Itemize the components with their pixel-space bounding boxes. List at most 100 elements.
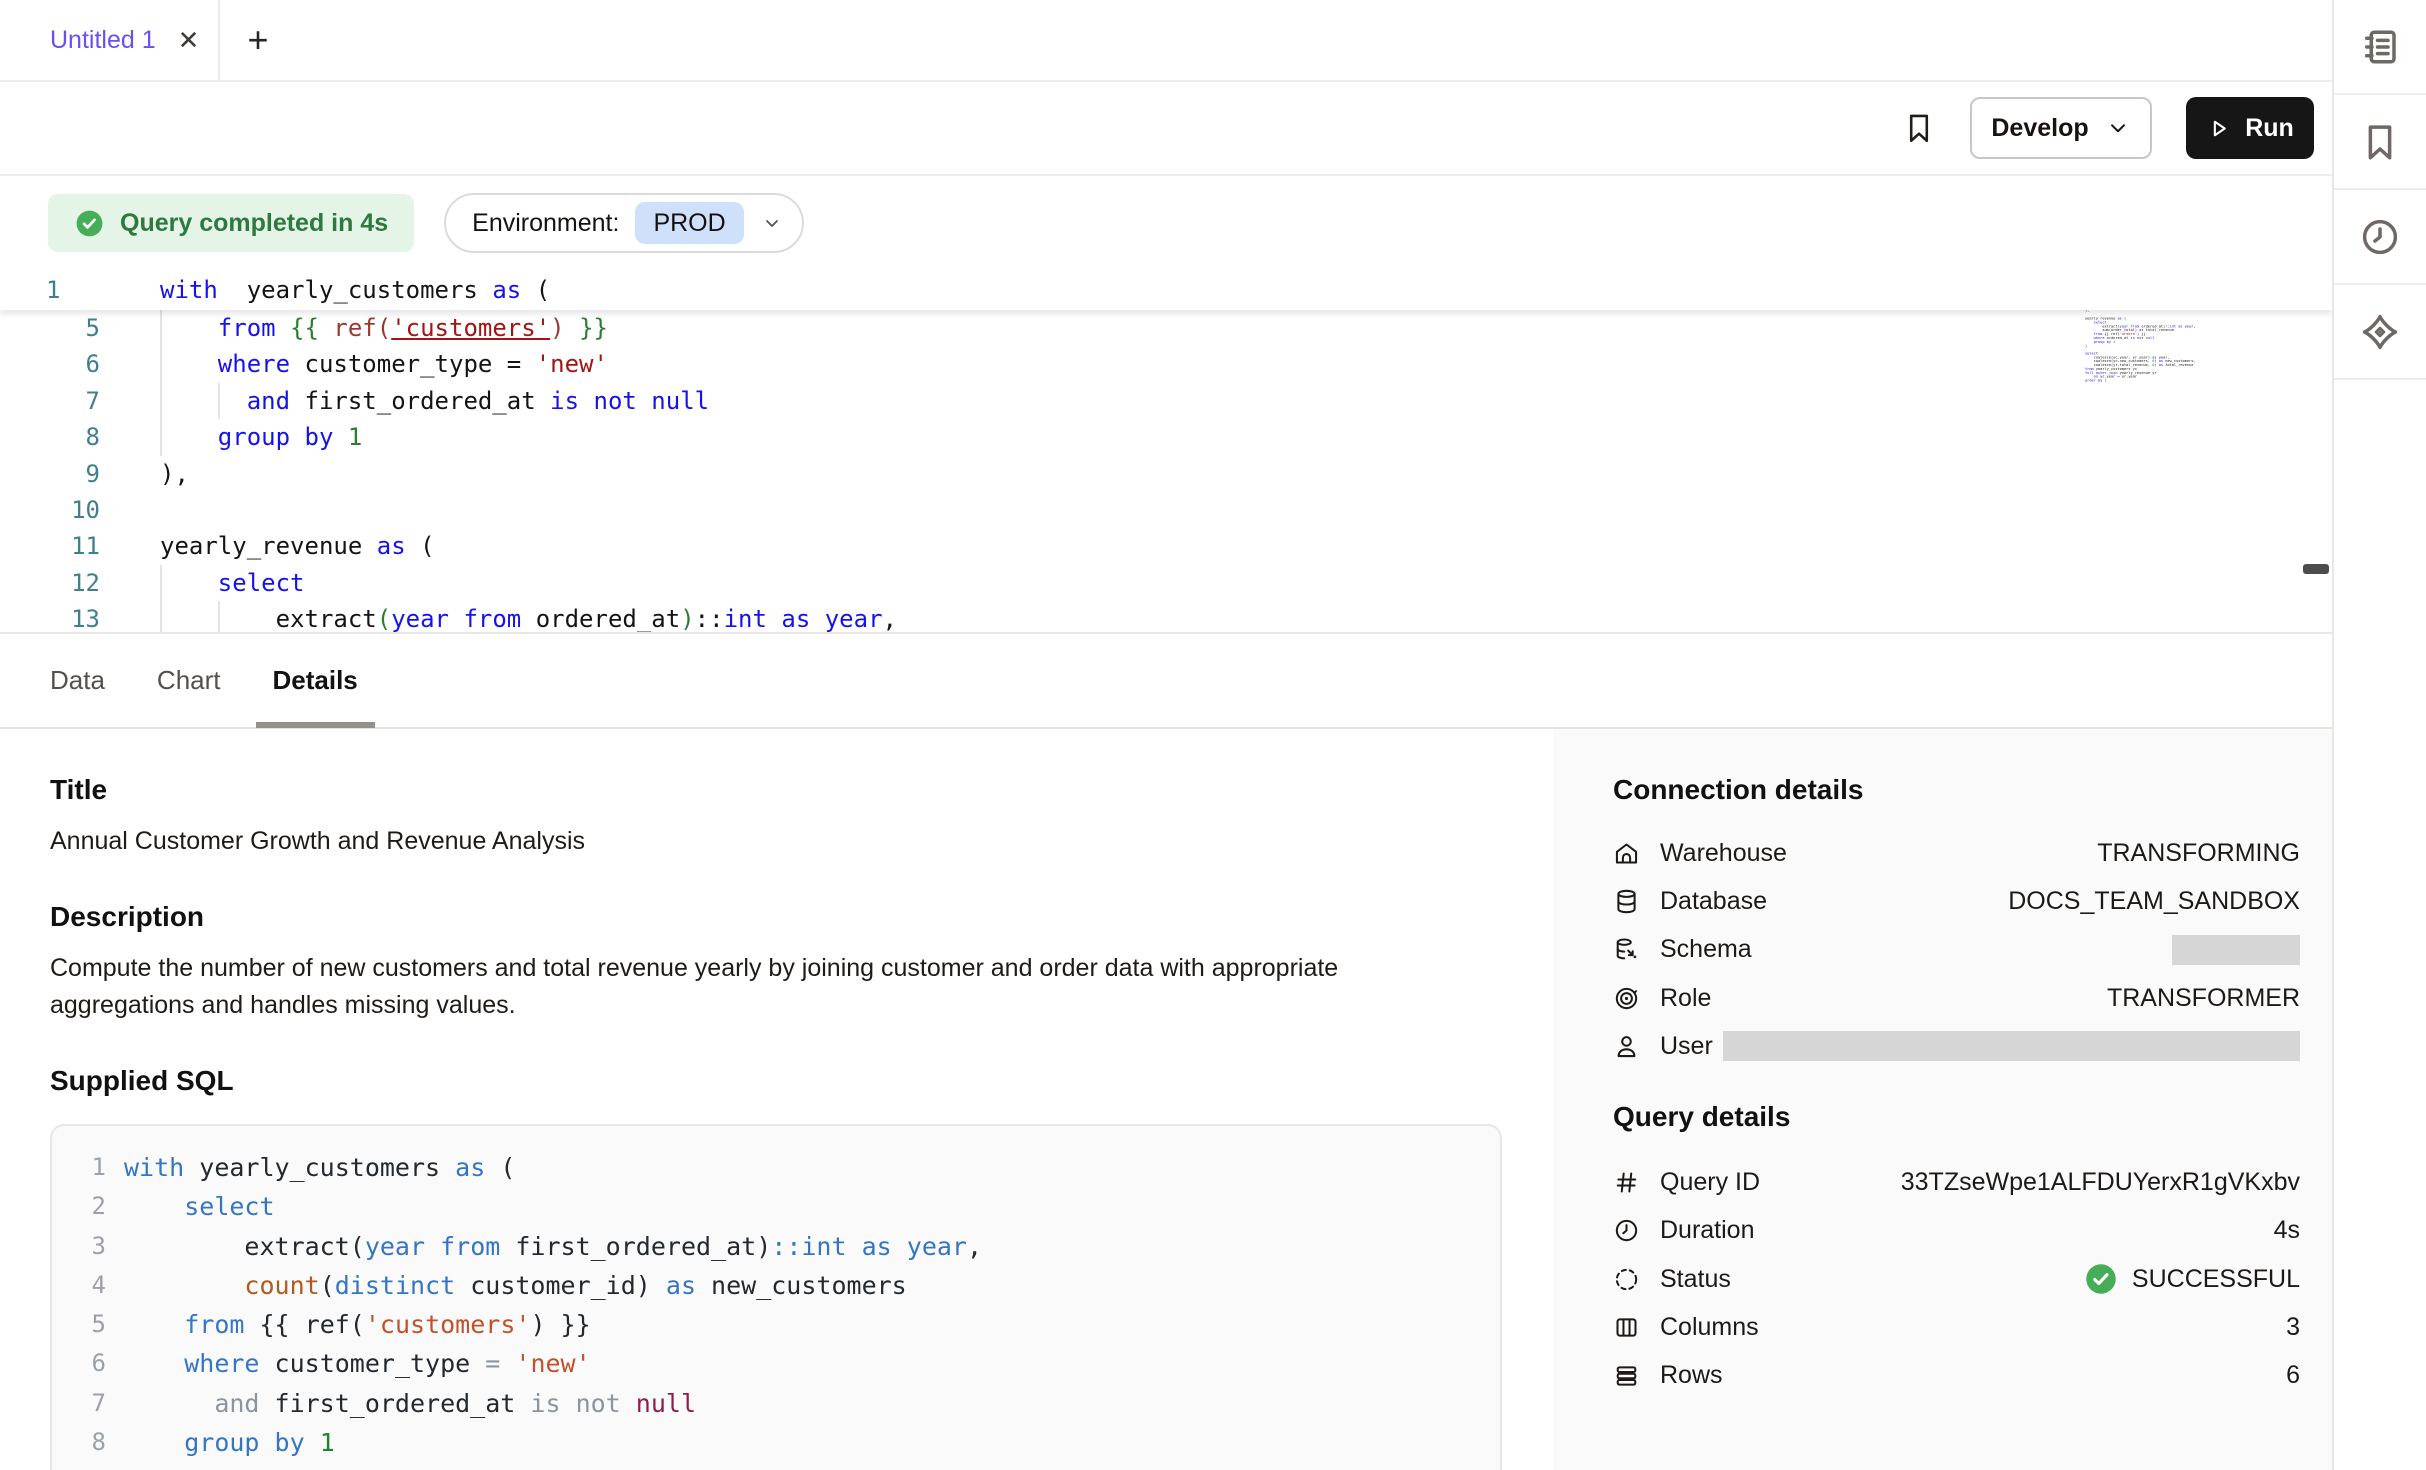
tab-bar: Untitled 1 ✕ + xyxy=(0,0,2332,82)
detail-label: Database xyxy=(1660,887,1767,916)
app-window: Untitled 1 ✕ + Develop Run xyxy=(0,0,2426,1470)
detail-row: StatusSUCCESSFUL xyxy=(1613,1255,2300,1303)
detail-label: Duration xyxy=(1660,1216,1755,1245)
indent-guide xyxy=(160,419,162,455)
sql-line: 1with yearly_customers as ( xyxy=(52,1148,1500,1187)
sql-line: 9), xyxy=(52,1462,1500,1470)
code-text: from {{ ref('customers') }} xyxy=(106,1305,591,1344)
detail-value: TRANSFORMER xyxy=(2107,984,2300,1013)
sticky-code-line[interactable]: 1 with yearly_customers as ( xyxy=(0,270,2332,310)
sql-editor[interactable]: 1 with yearly_customers as ( 5 from {{ r… xyxy=(0,270,2332,634)
detail-row: Duration 4s xyxy=(1613,1207,2300,1255)
detail-value: TRANSFORMING xyxy=(2097,839,2300,868)
line-number: 13 xyxy=(0,601,100,634)
check-circle-icon xyxy=(74,208,105,239)
toolbar: Develop Run xyxy=(0,82,2332,176)
environment-selector[interactable]: Environment: PROD xyxy=(444,193,804,253)
detail-label: Schema xyxy=(1660,935,1752,964)
check-circle-icon xyxy=(2084,1262,2118,1296)
line-number: 5 xyxy=(0,310,100,346)
detail-row: Query ID33TZseWpe1ALFDUYerxR1gVKxbv xyxy=(1613,1158,2300,1206)
run-label: Run xyxy=(2245,114,2294,143)
indent-guide xyxy=(160,383,162,419)
sql-line: 3 extract(year from first_ordered_at)::i… xyxy=(52,1227,1500,1266)
line-number: 6 xyxy=(0,346,100,382)
query-details-rows: Query ID33TZseWpe1ALFDUYerxR1gVKxbvDurat… xyxy=(1613,1158,2300,1399)
detail-label: Query ID xyxy=(1660,1168,1760,1197)
sidebar-notebook-button[interactable] xyxy=(2334,0,2426,95)
develop-label: Develop xyxy=(1991,114,2088,143)
description-heading: Description xyxy=(50,900,1553,934)
line-number: 1 xyxy=(52,1148,106,1187)
detail-row: Rows6 xyxy=(1613,1352,2300,1400)
code-text: select xyxy=(100,565,305,601)
develop-dropdown-button[interactable]: Develop xyxy=(1970,97,2152,159)
spinner-icon xyxy=(1613,1266,1640,1293)
sidebar-history-button[interactable] xyxy=(2334,190,2426,285)
tab-chart[interactable]: Chart xyxy=(140,634,238,727)
detail-label: User xyxy=(1660,1032,1713,1061)
new-tab-button[interactable]: + xyxy=(220,0,296,80)
chevron-down-icon xyxy=(760,211,784,235)
detail-label: Warehouse xyxy=(1660,839,1787,868)
indent-guide xyxy=(160,565,162,601)
line-number: 3 xyxy=(52,1227,106,1266)
clock-icon xyxy=(1613,1217,1640,1244)
bookmark-icon xyxy=(2359,121,2401,163)
lineage-icon xyxy=(2359,311,2401,353)
title-heading: Title xyxy=(50,773,1553,807)
code-text: and first_ordered_at is not null xyxy=(100,383,709,419)
code-line[interactable]: 11yearly_revenue as ( xyxy=(0,528,2332,564)
details-left-column: Title Annual Customer Growth and Revenue… xyxy=(0,729,1553,1470)
close-icon[interactable]: ✕ xyxy=(178,27,200,53)
detail-value: 4s xyxy=(2274,1216,2300,1245)
tab-data[interactable]: Data xyxy=(33,634,122,727)
sidebar-bookmark-button[interactable] xyxy=(2334,95,2426,190)
code-line[interactable]: 9), xyxy=(0,456,2332,492)
code-text: with yearly_customers as ( xyxy=(106,1148,515,1187)
code-line[interactable]: 12 select xyxy=(0,565,2332,601)
code-text: yearly_revenue as ( xyxy=(100,528,435,564)
sql-line: 4 count(distinct customer_id) as new_cus… xyxy=(52,1266,1500,1305)
sidebar-lineage-button[interactable] xyxy=(2334,285,2426,380)
history-icon xyxy=(2359,216,2401,258)
editor-scrollbar-thumb[interactable] xyxy=(2303,564,2329,574)
code-text: and first_ordered_at is not null xyxy=(106,1384,696,1423)
warehouse-icon xyxy=(1613,840,1640,867)
code-line[interactable]: 5 from {{ ref('customers') }} xyxy=(0,310,2332,346)
code-text: group by 1 xyxy=(100,419,362,455)
hash-icon xyxy=(1613,1169,1640,1196)
tab-untitled-1[interactable]: Untitled 1 ✕ xyxy=(0,0,220,80)
code-line[interactable]: 8 group by 1 xyxy=(0,419,2332,455)
play-icon xyxy=(2206,116,2231,141)
database-icon xyxy=(1613,888,1640,915)
code-line[interactable]: 13 extract(year from ordered_at)::int as… xyxy=(0,601,2332,634)
code-text: count(distinct customer_id) as new_custo… xyxy=(106,1266,907,1305)
sql-line: 5 from {{ ref('customers') }} xyxy=(52,1305,1500,1344)
tab-details[interactable]: Details xyxy=(256,634,375,727)
run-button[interactable]: Run xyxy=(2186,97,2314,159)
line-number: 6 xyxy=(52,1344,106,1383)
tab-title: Untitled 1 xyxy=(50,26,156,55)
connection-details-heading: Connection details xyxy=(1613,773,2300,807)
bookmark-icon[interactable] xyxy=(1902,111,1936,145)
code-line[interactable]: 10 xyxy=(0,492,2332,528)
indent-guide xyxy=(218,601,220,634)
code-text: ), xyxy=(106,1462,154,1470)
rows-icon xyxy=(1613,1362,1640,1389)
supplied-sql-heading: Supplied SQL xyxy=(50,1064,1553,1098)
sql-line: 8 group by 1 xyxy=(52,1423,1500,1462)
title-value: Annual Customer Growth and Revenue Analy… xyxy=(50,823,1450,860)
detail-row: User xyxy=(1613,1022,2300,1070)
line-number: 12 xyxy=(0,565,100,601)
status-value: SUCCESSFUL xyxy=(2132,1265,2300,1294)
user-icon xyxy=(1613,1033,1640,1060)
code-line[interactable]: 7 and first_ordered_at is not null xyxy=(0,383,2332,419)
line-number: 5 xyxy=(52,1305,106,1344)
notebook-icon xyxy=(2359,26,2401,68)
code-text: from {{ ref('customers') }} xyxy=(100,310,608,346)
detail-value: 3 xyxy=(2286,1313,2300,1342)
query-status-text: Query completed in 4s xyxy=(120,209,388,238)
code-line[interactable]: 6 where customer_type = 'new' xyxy=(0,346,2332,382)
code-text: extract(year from first_ordered_at)::int… xyxy=(106,1227,982,1266)
